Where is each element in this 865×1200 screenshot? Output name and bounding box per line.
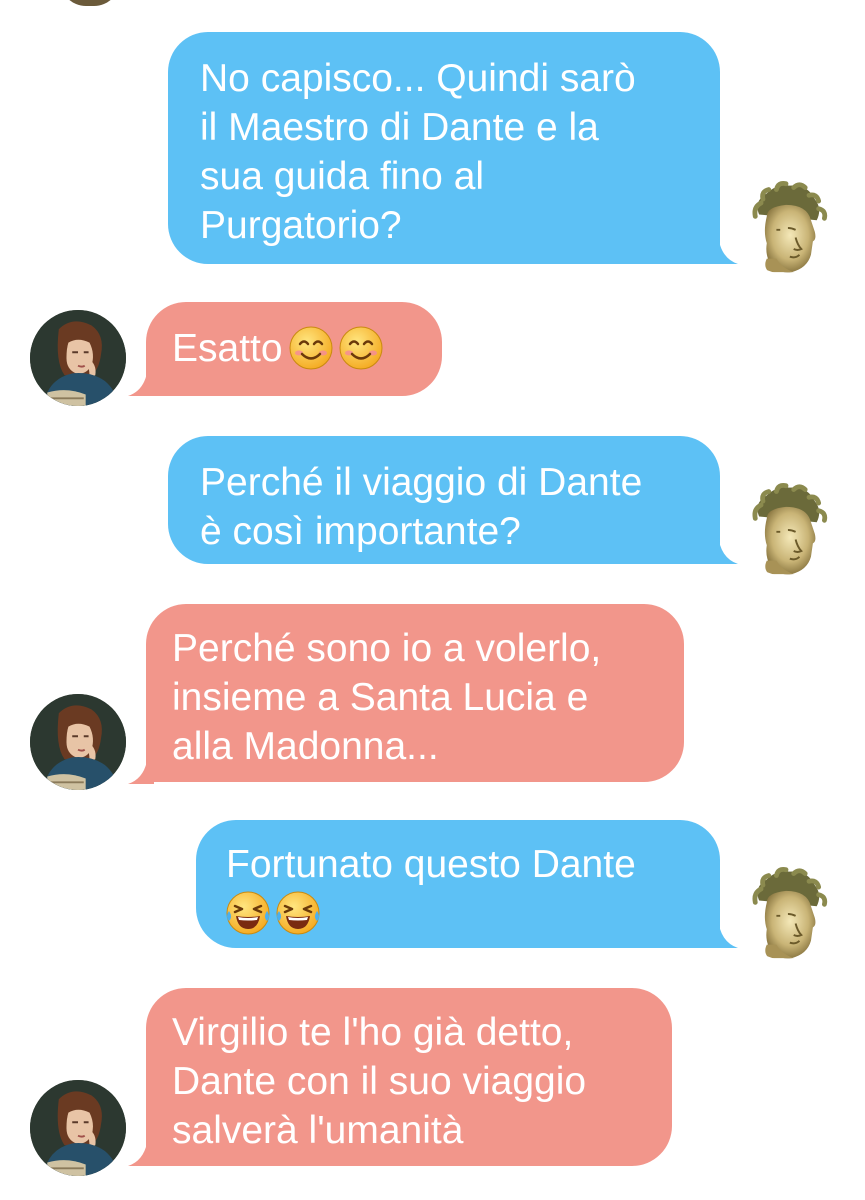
message-text-line: Virgilio te l'ho già detto, <box>172 1011 574 1054</box>
bubble-tail-incoming <box>128 754 154 784</box>
message-row-incoming: Virgilio te l'ho già detto, Dante con il… <box>0 986 865 1186</box>
message-bubble-outgoing[interactable]: Perché il viaggio di Dante è così import… <box>168 436 720 564</box>
smiling-face-icon <box>288 325 333 370</box>
bubble-tail-outgoing <box>712 918 738 948</box>
message-bubble-incoming[interactable]: Esatto <box>146 302 442 396</box>
message-text-line: Esatto <box>172 327 283 370</box>
bubble-tail-outgoing <box>712 534 738 564</box>
bubble-tail-outgoing <box>712 234 738 264</box>
smiling-face-icon <box>338 325 383 370</box>
message-text-line: sua guida fino al <box>200 155 485 198</box>
message-text-line: Purgatorio? <box>200 204 402 247</box>
laurel-crowned-poet-avatar[interactable] <box>738 480 834 576</box>
message-text-line: insieme a Santa Lucia e <box>172 676 589 719</box>
message-row-incoming: Esatto <box>0 300 865 406</box>
message-text-line: il Maestro di Dante e la <box>200 106 599 149</box>
message-bubble-outgoing[interactable]: No capisco... Quindi sarò il Maestro di … <box>168 32 720 264</box>
message-emoji-line <box>226 889 690 938</box>
message-text-line: salverà l'umanità <box>172 1109 464 1152</box>
message-row-incoming: Perché sono io a volerlo, insieme a Sant… <box>0 604 865 794</box>
previous-avatar-edge <box>60 0 120 6</box>
chat-thread: No capisco... Quindi sarò il Maestro di … <box>0 0 865 1200</box>
bubble-tail-incoming <box>128 366 154 396</box>
message-bubble-outgoing[interactable]: Fortunato questo Dante <box>196 820 720 948</box>
message-row-outgoing: Perché il viaggio di Dante è così import… <box>0 434 865 574</box>
message-text-line: Perché sono io a volerlo, <box>172 627 602 670</box>
message-text-line: Fortunato questo Dante <box>226 843 636 886</box>
pre-raphaelite-woman-avatar[interactable] <box>30 1080 126 1176</box>
tears-of-joy-icon <box>226 890 270 935</box>
bubble-tail-incoming <box>128 1136 154 1166</box>
message-bubble-incoming[interactable]: Perché sono io a volerlo, insieme a Sant… <box>146 604 684 782</box>
laurel-crowned-poet-avatar[interactable] <box>738 178 834 274</box>
message-text-line: alla Madonna... <box>172 725 439 768</box>
message-text-line: No capisco... Quindi sarò <box>200 57 636 100</box>
message-row-outgoing: Fortunato questo Dante <box>0 818 865 968</box>
message-row-outgoing: No capisco... Quindi sarò il Maestro di … <box>0 30 865 270</box>
message-text-line: Dante con il suo viaggio <box>172 1060 587 1103</box>
laurel-crowned-poet-avatar[interactable] <box>738 864 834 960</box>
message-text-line: Perché il viaggio di Dante <box>200 461 643 504</box>
message-text-line: è così importante? <box>200 510 521 553</box>
pre-raphaelite-woman-avatar[interactable] <box>30 694 126 790</box>
tears-of-joy-icon <box>276 890 320 935</box>
message-bubble-incoming[interactable]: Virgilio te l'ho già detto, Dante con il… <box>146 988 672 1166</box>
pre-raphaelite-woman-avatar[interactable] <box>30 310 126 406</box>
